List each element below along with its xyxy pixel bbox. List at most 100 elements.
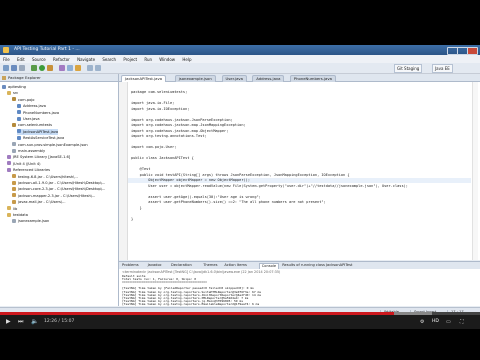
tree-item[interactable]: apitesting [2,84,26,90]
editor-tab[interactable]: Address.java [252,75,285,82]
tree-item[interactable]: RestAsServiceTest.java [17,135,64,141]
new-icon[interactable] [3,65,9,71]
back-icon[interactable] [87,65,93,71]
jar-icon [12,174,16,179]
video-time: 12:26 / 15:07 [44,319,75,324]
video-player-controls: ▶ ⏭ 🔈 12:26 / 15:07 ⚙ HD ▭ ⛶ [0,312,480,360]
code-line: import java.io.IOException; [131,106,190,111]
settings-gear-icon[interactable]: ⚙ [420,318,424,326]
code-line: } [131,216,134,221]
tree-item[interactable]: JacksonAPITest.java [17,128,59,135]
tree-item[interactable]: testdata [7,212,28,218]
menu-edit[interactable]: Edit [17,57,25,62]
bottom-tab[interactable]: Results of running class JacksonAPITest [282,263,352,268]
tree-item[interactable]: Address.java [17,103,46,109]
debug-icon[interactable] [31,65,37,71]
tree-item[interactable]: lib [7,206,17,212]
folder-icon [7,90,11,95]
run-icon[interactable] [39,65,45,71]
menu-source[interactable]: Source [32,57,46,62]
menu-project[interactable]: Project [123,57,137,62]
hd-badge[interactable]: HD [432,319,439,324]
line-gutter [119,82,128,260]
package-explorer-icon [2,75,6,80]
tree-item[interactable]: Referenced Libraries [7,167,50,173]
tree-item-label: jsonexample.json [18,219,50,224]
menu-refactor[interactable]: Refactor [53,57,70,62]
tree-item-label: testng-6.8.jar - C:\Users\hitesh\... [18,174,78,179]
tree-item[interactable]: com.seleniumtests [12,122,52,128]
search-icon[interactable] [75,65,81,71]
tree-item[interactable]: com.sun.prov.simple.jsonExample.json [12,142,88,148]
tree-item-label: main.assembly [18,149,46,153]
tree-item-label: JRE System Library [JavaSE-1.6] [13,155,71,160]
external-tools-icon[interactable] [47,65,53,71]
tree-item[interactable]: JUnit 4 (JUnit 4) [7,161,41,167]
java-file-icon [17,116,21,121]
java-file-icon [17,110,21,115]
fullscreen-icon[interactable]: ⛶ [460,318,464,326]
next-icon[interactable]: ⏭ [18,318,23,326]
jar-icon [12,180,16,185]
forward-icon[interactable] [95,65,101,71]
captions-icon[interactable]: ▭ [446,318,451,326]
tree-item[interactable]: jsonexample.json [12,218,49,224]
editor-tab[interactable]: PhoneNumbers.java [289,75,336,82]
tree-item[interactable]: JRE System Library [JavaSE-1.6] [7,154,70,160]
jar-icon [12,199,16,204]
new-java-class-icon[interactable] [59,65,65,71]
tree-item[interactable]: User.java [17,116,40,122]
save-icon[interactable] [11,65,17,71]
editor-tab[interactable]: jsonexample.json [174,75,216,82]
tree-item[interactable]: testng-6.8.jar - C:\Users\hitesh\... [12,174,78,180]
tree-item[interactable]: jackson-core-2.3.jar - C:\Users\Hitesh\D… [12,186,105,192]
bottom-tab[interactable]: Action Items [224,263,246,268]
close-button[interactable] [467,47,478,55]
window-title: API Testing Tutorial Part 1 - ... [14,47,80,52]
menu-file[interactable]: File [3,57,10,62]
code-line: assert user.getAge().equals(30):"User ag… [131,194,261,199]
menu-run[interactable]: Run [144,57,152,62]
tree-item[interactable]: jackson-all-1.9.0.jar - C:\Users\Hitesh\… [12,180,105,186]
code-line: import com.pojo.User; [131,145,177,149]
tree-item-label: RestAsServiceTest.java [23,136,65,141]
editor-tab[interactable]: User.java [221,75,247,82]
tree-item[interactable]: main.assembly [12,148,45,154]
overview-ruler [472,82,478,260]
bottom-tab[interactable]: Javadoc [148,263,162,268]
java-file-icon [17,129,21,134]
menu-window[interactable]: Window [159,57,175,62]
code-line: import org.codehaus.jackson.map.ObjectMa… [131,128,229,133]
bottom-tab[interactable]: Problems [122,263,139,268]
player-control-bar: ▶ ⏭ 🔈 12:26 / 15:07 ⚙ HD ▭ ⛶ [0,315,480,329]
console-view: <terminated> JacksonAPITest [TestNG] C:\… [119,269,480,306]
volume-icon[interactable]: 🔈 [31,318,38,326]
tree-item-label: jackson-core-2.3.jar - C:\Users\Hitesh\D… [18,187,106,192]
open-type-icon[interactable] [67,65,73,71]
java-file-icon [17,135,21,140]
menu-help[interactable]: Help [182,57,191,62]
code-line: import org.codehaus.jackson.JsonParseExc… [131,117,233,122]
tree-item-label: Address.java [23,104,46,109]
menu-search[interactable]: Search [102,57,116,62]
play-icon[interactable]: ▶ [6,318,11,326]
java-ee-perspective[interactable]: Java EE [432,64,453,73]
tree-item[interactable]: com.pojo [12,97,35,103]
editor-tab[interactable]: JacksonAPITest.java [121,75,167,82]
tree-item[interactable]: PhoneNumbers.java [17,110,59,116]
tree-item[interactable]: javax.mail.jar - C:\Users\... [12,199,66,205]
code-line: @Test [131,167,151,171]
tree-item[interactable]: src [7,90,18,96]
package-explorer-header: Package Explorer [0,74,119,82]
tree-item-label: jackson-all-1.9.0.jar - C:\Users\Hitesh\… [18,181,106,185]
code-editor[interactable]: package com.seleniumtests; import java.io… [119,82,480,260]
code-line: User user = objectMapper.readValue(new F… [131,183,408,188]
git-staging-perspective[interactable]: Git Staging [394,64,423,73]
bottom-tab[interactable]: Themes [203,263,217,268]
library-icon [7,161,11,166]
tree-item-label: PhoneNumbers.java [23,110,60,115]
bottom-tab[interactable]: Declaration [171,263,192,268]
menu-navigate[interactable]: Navigate [77,57,95,62]
print-icon[interactable] [19,65,25,71]
tree-item[interactable]: jackson-mapper-2.3.jar - C:\Users\Hitesh… [12,193,95,199]
